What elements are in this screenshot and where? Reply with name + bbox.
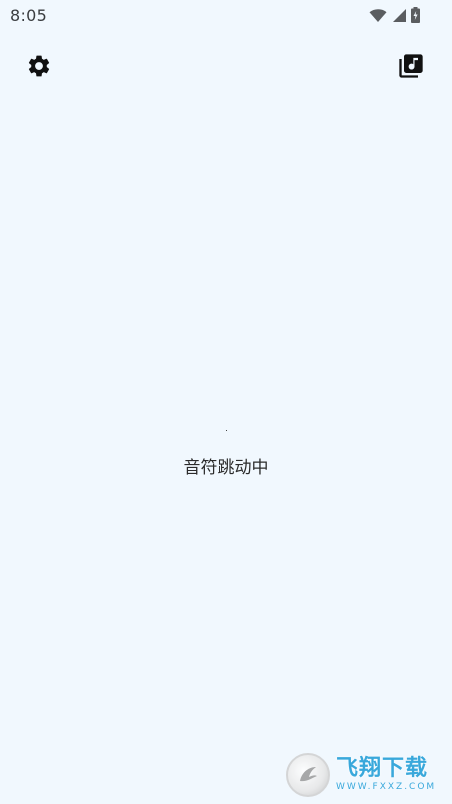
- watermark-text: 飞翔下载 WWW.FXXZ.COM: [336, 758, 436, 792]
- status-text: 音符跳动中: [183, 458, 269, 478]
- status-bar: 8:05: [0, 0, 452, 30]
- watermark-title: 飞翔下载: [336, 756, 429, 781]
- wifi-icon: [369, 8, 387, 23]
- music-library-button[interactable]: [396, 53, 426, 83]
- battery-icon: [411, 7, 420, 23]
- music-library-icon: [397, 52, 425, 84]
- watermark: 飞翔下载 WWW.FXXZ.COM: [286, 750, 442, 800]
- status-icons: [369, 7, 420, 23]
- settings-icon: [26, 53, 52, 83]
- watermark-domain: WWW.FXXZ.COM: [336, 782, 437, 792]
- status-time: 8:05: [10, 6, 48, 25]
- note-indicator: [226, 430, 227, 431]
- settings-button[interactable]: [24, 53, 54, 83]
- signal-icon: [391, 8, 407, 23]
- center-content: 音符跳动中: [0, 430, 452, 478]
- watermark-logo-icon: [286, 753, 330, 797]
